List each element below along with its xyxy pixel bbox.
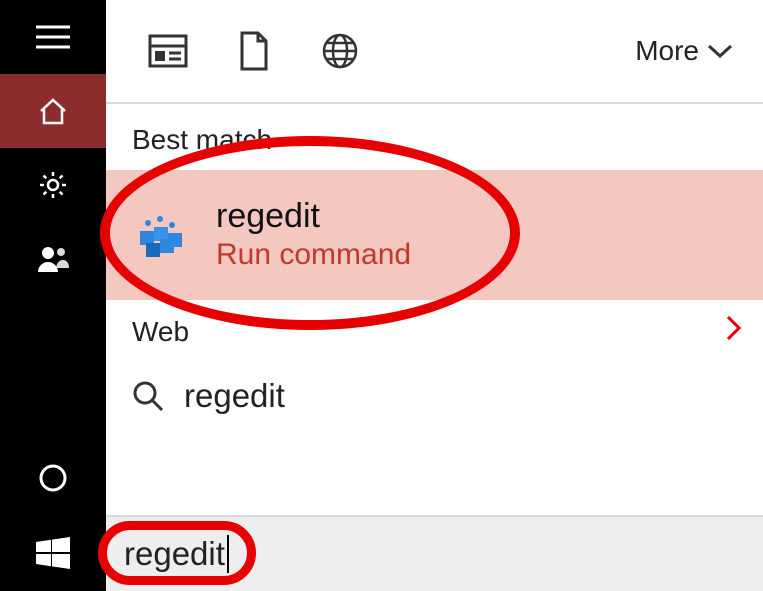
chevron-right-icon — [725, 314, 743, 349]
home-button[interactable] — [0, 74, 106, 148]
people-button[interactable] — [0, 222, 106, 296]
chevron-down-icon — [707, 43, 733, 59]
regedit-icon — [134, 209, 186, 261]
best-match-title: regedit — [216, 198, 411, 235]
filter-web-button[interactable] — [318, 29, 362, 73]
best-match-heading: Best match — [106, 104, 763, 170]
web-heading: Web — [132, 316, 189, 348]
start-button[interactable] — [0, 515, 106, 591]
start-left-rail — [0, 0, 106, 591]
filter-apps-button[interactable] — [146, 29, 190, 73]
home-icon — [37, 96, 69, 126]
web-result-title: regedit — [184, 377, 285, 415]
best-match-subtitle: Run command — [216, 238, 411, 272]
web-section-header[interactable]: Web — [106, 300, 763, 355]
filter-more-button[interactable]: More — [635, 35, 733, 67]
text-caret — [227, 535, 229, 573]
search-input[interactable]: regedit — [106, 515, 763, 591]
people-icon — [36, 244, 70, 274]
document-icon — [238, 31, 270, 71]
cortana-button[interactable] — [0, 441, 106, 515]
best-match-item[interactable]: regedit Run command — [106, 170, 763, 300]
settings-button[interactable] — [0, 148, 106, 222]
cortana-icon — [38, 463, 68, 493]
search-icon — [132, 380, 164, 412]
windows-logo-icon — [36, 536, 70, 570]
search-input-value: regedit — [124, 535, 225, 573]
web-result-item[interactable]: regedit — [106, 355, 763, 415]
more-label: More — [635, 35, 699, 67]
hamburger-button[interactable] — [0, 0, 106, 74]
gear-icon — [37, 169, 69, 201]
hamburger-icon — [36, 25, 70, 49]
search-results: Best match regedit Run command — [106, 104, 763, 515]
news-icon — [148, 34, 188, 68]
filter-documents-button[interactable] — [232, 29, 276, 73]
globe-icon — [321, 32, 359, 70]
search-filter-toolbar: More — [106, 0, 763, 104]
best-match-texts: regedit Run command — [216, 198, 411, 271]
